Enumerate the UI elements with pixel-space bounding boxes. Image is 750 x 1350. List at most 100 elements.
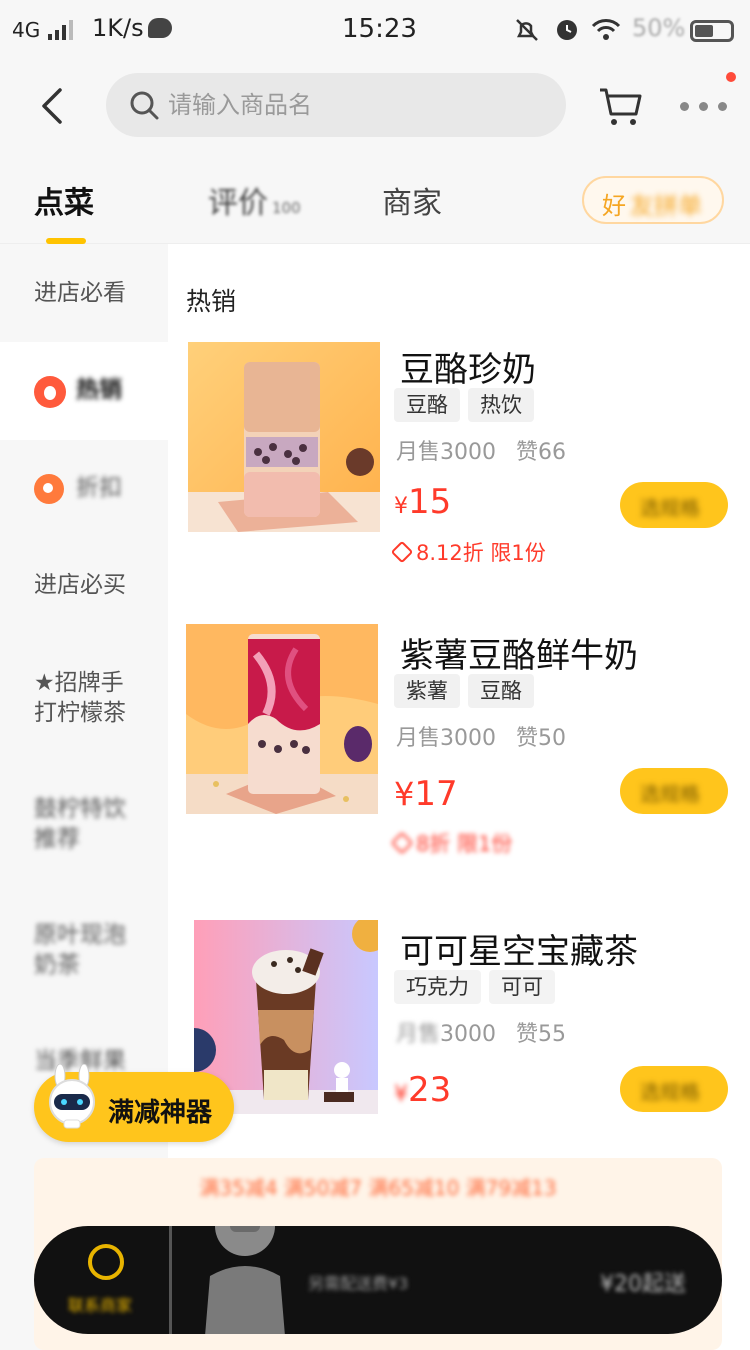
monthly-sales: 3000 — [440, 440, 497, 465]
discount-helper-label: 满减神器 — [108, 1098, 213, 1128]
clock: 15:23 — [342, 14, 417, 44]
discount-tag-icon — [390, 831, 414, 855]
monthly-sales-label: 月售 — [396, 440, 441, 465]
bottom-cart-bar[interactable]: 联系商家 另需配送费¥3 ¥20起送 — [34, 1226, 722, 1334]
sidebar-item-milk-tea[interactable]: 原叶现泡 奶茶 — [0, 906, 168, 986]
monthly-sales: 3000 — [440, 1022, 497, 1047]
price-value: 17 — [414, 774, 458, 814]
sidebar-item-label: 鼓柠特饮 推荐 — [34, 796, 126, 852]
cart-icon[interactable] — [596, 82, 644, 130]
battery-percent: 50% — [632, 14, 686, 42]
network-type: 4G — [12, 18, 41, 42]
select-spec-button[interactable]: 选规格 — [620, 1066, 728, 1112]
select-spec-label: 选规格 — [640, 1080, 700, 1104]
product-price: ¥23 — [394, 1070, 451, 1110]
likes-label: 赞 — [516, 1022, 539, 1047]
headset-icon — [88, 1244, 124, 1280]
wifi-icon — [591, 19, 621, 40]
tab-reviews[interactable]: 评价 100 — [208, 178, 301, 222]
tab-order[interactable]: 点菜 — [34, 178, 94, 222]
section-title: 热销 — [186, 287, 237, 316]
tab-bar: 点菜 评价 100 商家 好 友拼单 — [0, 152, 750, 244]
search-input[interactable] — [168, 85, 548, 125]
likes-label: 赞 — [516, 440, 539, 465]
sidebar-item-must-buy[interactable]: 进店必买 — [0, 538, 168, 636]
sidebar-item-signature-lemon-tea[interactable]: ★招牌手 打柠檬茶 — [0, 654, 168, 734]
currency-symbol: ¥ — [394, 775, 415, 813]
cart-mascot-icon — [205, 1226, 285, 1334]
battery-icon — [690, 20, 734, 42]
promo-banner-text: 满35减4 满50减7 满65减10 满79减13 — [199, 1176, 557, 1200]
message-icon — [148, 18, 172, 38]
discount-promo: 8.12折 限1份 — [390, 537, 546, 567]
product-tag: 热饮 — [468, 388, 534, 422]
search-icon — [130, 91, 159, 120]
product-image[interactable] — [188, 342, 380, 532]
more-icon[interactable] — [678, 90, 730, 120]
product-name: 可可星空宝藏茶 — [400, 932, 638, 972]
header — [0, 60, 750, 152]
group-order-label: 友拼单 — [630, 192, 702, 220]
select-spec-button[interactable]: 选规格 — [620, 768, 728, 814]
select-spec-label: 选规格 — [640, 782, 700, 806]
discount-tag-icon — [390, 540, 414, 564]
product-tag: 巧克力 — [394, 970, 481, 1004]
product-card[interactable]: 紫薯豆酪鲜牛奶 紫薯 豆酪 月售3000 赞50 ¥17 8折 限1份 选规格 — [168, 624, 750, 918]
likes-count: 66 — [538, 440, 567, 465]
price-value: 23 — [408, 1070, 452, 1110]
select-spec-label: 选规格 — [640, 496, 700, 520]
product-tag: 紫薯 — [394, 674, 460, 708]
status-icons — [516, 19, 621, 41]
back-icon[interactable] — [34, 82, 74, 130]
contact-merchant-label: 联系商家 — [68, 1296, 133, 1315]
reviews-count: 100 — [272, 199, 301, 217]
tab-merchant[interactable]: 商家 — [382, 178, 442, 222]
monthly-sales-label: 月售 — [396, 1022, 441, 1047]
tab-reviews-label: 评价 — [208, 186, 268, 221]
contact-merchant-button[interactable]: 联系商家 — [34, 1226, 172, 1334]
select-spec-button[interactable]: 选规格 — [620, 482, 728, 528]
group-order-label-prefix: 好 — [602, 192, 626, 220]
product-price: ¥15 — [394, 482, 451, 522]
sidebar-item-hot[interactable]: 热销 — [0, 342, 168, 440]
product-tag: 豆酪 — [394, 388, 460, 422]
mute-icon — [516, 19, 538, 41]
likes-count: 55 — [538, 1022, 567, 1047]
product-image[interactable] — [186, 624, 378, 814]
currency-symbol: ¥ — [394, 494, 408, 519]
product-card[interactable]: 豆酪珍奶 豆酪 热饮 月售3000 赞66 ¥15 8.12折 限1份 选规格 — [168, 342, 750, 632]
product-tags: 豆酪 热饮 — [394, 388, 542, 422]
search-bar[interactable] — [106, 73, 566, 137]
sidebar-item-label: 热销 — [76, 377, 122, 403]
likes-count: 50 — [538, 726, 567, 751]
monthly-sales-label: 月售 — [396, 726, 441, 751]
minimum-order: ¥20起送 — [600, 1272, 686, 1297]
rabbit-robot-icon — [49, 1064, 95, 1129]
product-price: ¥17 — [394, 774, 458, 814]
product-sales: 月售3000 赞50 — [396, 720, 566, 752]
status-bar: 4G 1K/s 15:23 50% — [0, 0, 750, 60]
sidebar-item-special-drinks[interactable]: 鼓柠特饮 推荐 — [0, 780, 168, 860]
alarm-icon — [557, 20, 577, 40]
product-tags: 巧克力 可可 — [394, 970, 563, 1004]
sidebar-item-label: ★招牌手 打柠檬茶 — [34, 670, 126, 726]
product-sales: 月售3000 赞66 — [396, 434, 566, 466]
discount-helper-button[interactable]: 满减神器 — [34, 1064, 234, 1142]
sidebar-item-label: 原叶现泡 奶茶 — [34, 922, 126, 978]
network-speed: 1K/s — [92, 14, 144, 42]
sidebar-item-must-see[interactable]: 进店必看 — [0, 244, 168, 342]
sidebar-item-label: 折扣 — [76, 475, 122, 501]
discount-text: 8折 限1份 — [416, 832, 513, 856]
discount-promo: 8折 限1份 — [390, 828, 513, 858]
likes-label: 赞 — [516, 726, 539, 751]
sidebar-item-discount[interactable]: 折扣 — [0, 440, 168, 538]
product-name: 豆酪珍奶 — [400, 350, 536, 390]
currency-symbol: ¥ — [394, 1082, 408, 1107]
sidebar-item-label: 进店必买 — [34, 572, 126, 598]
sidebar-item-label: 进店必看 — [34, 280, 126, 306]
discount-icon — [34, 474, 64, 504]
group-order-button[interactable]: 好 友拼单 — [582, 176, 724, 224]
product-tag: 可可 — [489, 970, 555, 1004]
product-sales: 月售3000 赞55 — [396, 1016, 566, 1048]
product-name: 紫薯豆酪鲜牛奶 — [400, 636, 638, 676]
